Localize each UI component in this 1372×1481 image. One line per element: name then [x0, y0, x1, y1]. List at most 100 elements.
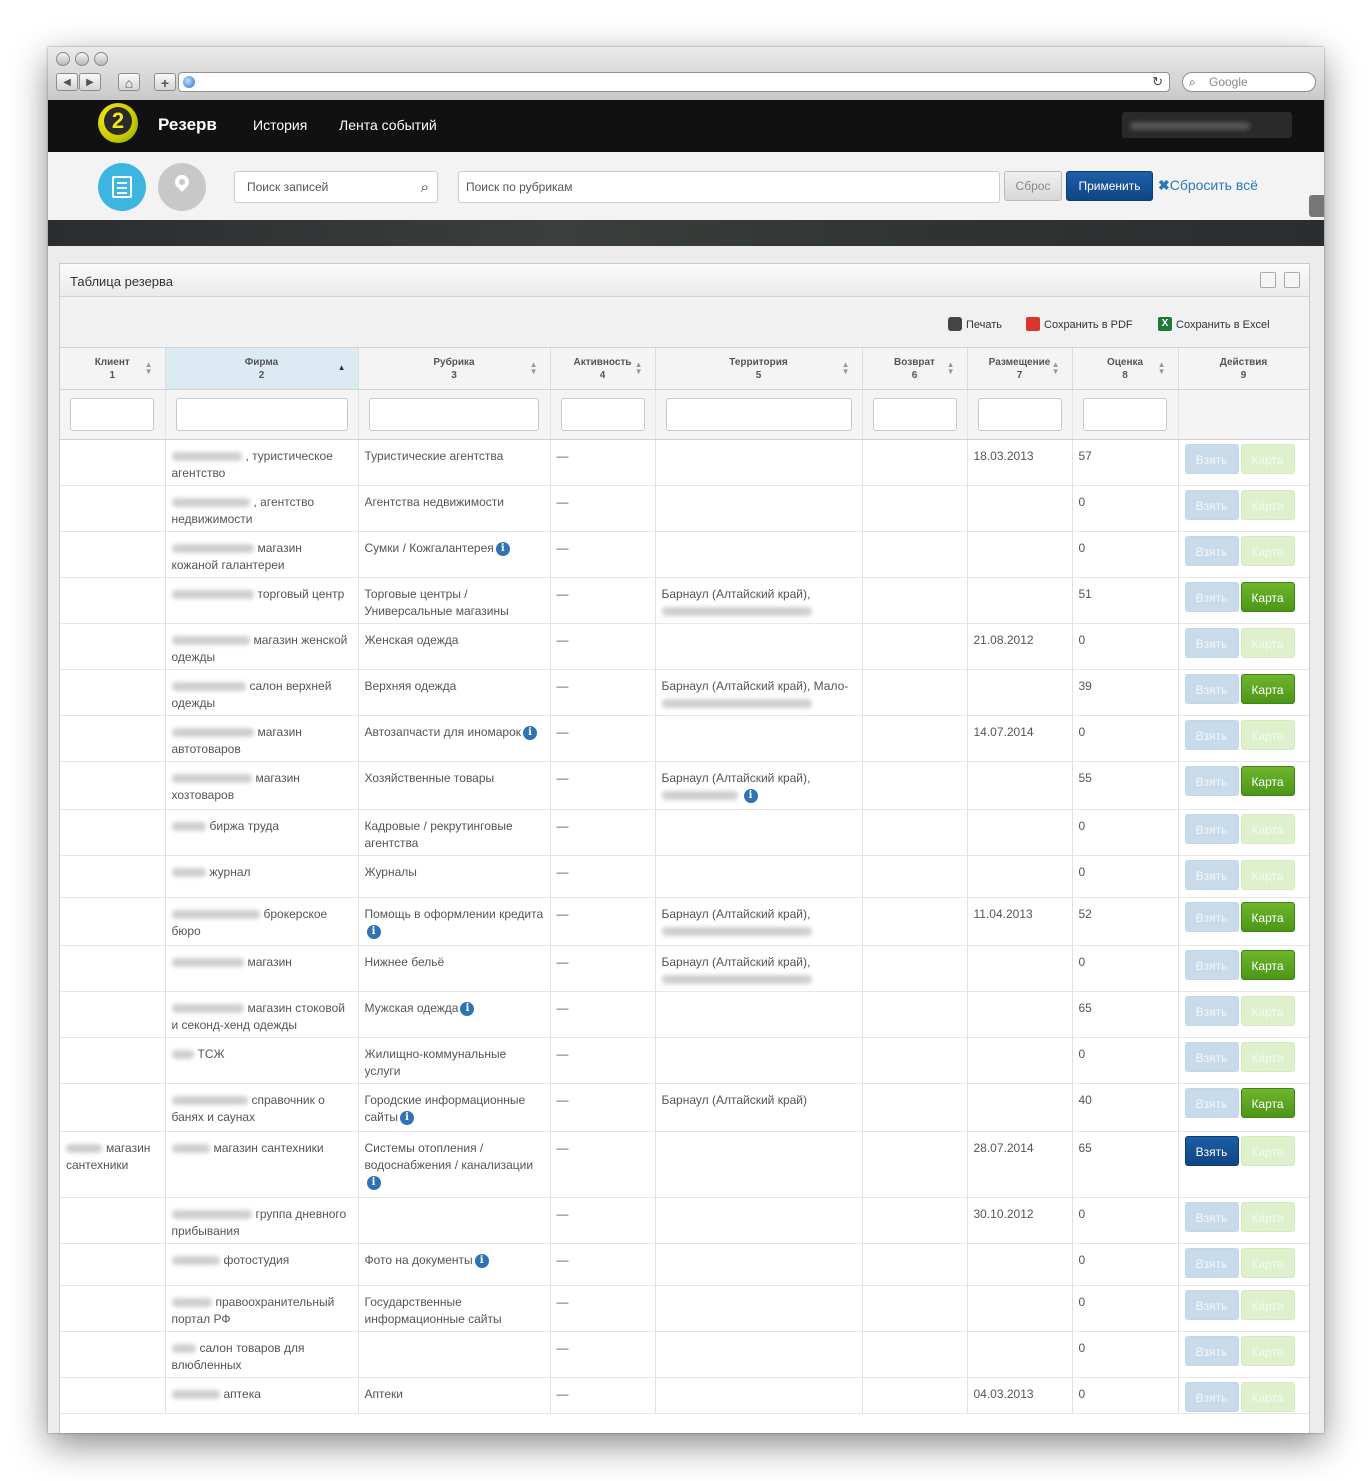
column-header-activity[interactable]: Активность 4 ▲ ▼ — [550, 348, 656, 390]
map-button[interactable]: Карта — [1240, 1088, 1295, 1118]
search-icon[interactable]: ⌕ — [421, 173, 429, 203]
table-row[interactable]: салон верхней одежды Верхняя одежда — Барна… — [60, 669, 1309, 716]
table-row[interactable]: , агентство недвижимости Агентства недвиж… — [60, 485, 1309, 532]
nav-history[interactable]: История — [253, 117, 307, 133]
map-button[interactable]: Карта — [1240, 1042, 1295, 1072]
table-row[interactable]: группа дневного прибывания — 30.10.2012 0 Вз… — [60, 1197, 1309, 1244]
column-header-client[interactable]: Клиент 1 ▲ ▼ — [60, 348, 166, 390]
new-tab-icon[interactable]: + — [154, 73, 176, 91]
save-excel-button[interactable]: X Сохранить в Excel — [1158, 317, 1270, 332]
take-button[interactable]: Взять — [1184, 950, 1239, 980]
map-button[interactable]: Карта — [1240, 950, 1295, 980]
take-button[interactable]: Взять — [1184, 582, 1239, 612]
table-row[interactable]: фотостудия Фото на документы i — 0 Взять Карта — [60, 1243, 1309, 1286]
map-button[interactable]: Карта — [1240, 1202, 1295, 1232]
reset-button[interactable]: Сброс — [1004, 171, 1062, 201]
home-icon[interactable]: ⌂ — [118, 73, 140, 91]
filter-input-firm[interactable] — [175, 398, 348, 431]
filter-input-territory[interactable] — [665, 398, 852, 431]
sort-icon[interactable]: ▲ ▼ — [842, 361, 850, 376]
map-view-button[interactable] — [158, 163, 206, 211]
forward-icon[interactable]: ▶ — [79, 73, 101, 91]
brand-link[interactable]: Резерв — [158, 115, 217, 135]
take-button[interactable]: Взять — [1184, 902, 1239, 932]
reload-icon[interactable]: ↻ — [1152, 74, 1163, 90]
take-button[interactable]: Взять — [1184, 536, 1239, 566]
table-row[interactable]: магазин сантехники магазин сантехники Сист… — [60, 1131, 1309, 1198]
info-icon[interactable]: i — [743, 788, 758, 803]
reset-all-link[interactable]: ✖Сбросить всё — [1158, 177, 1258, 194]
side-panel-toggle[interactable] — [1309, 195, 1324, 217]
take-button[interactable]: Взять — [1184, 1382, 1239, 1412]
map-button[interactable]: Карта — [1240, 628, 1295, 658]
table-row[interactable]: магазин стоковой и секонд-хенд одежды Муж… — [60, 991, 1309, 1038]
map-button[interactable]: Карта — [1240, 1382, 1295, 1412]
take-button[interactable]: Взять — [1184, 1042, 1239, 1072]
map-button[interactable]: Карта — [1240, 1336, 1295, 1366]
table-row[interactable]: справочник о банях и саунах Городские инф… — [60, 1083, 1309, 1132]
save-pdf-button[interactable]: Сохранить в PDF — [1026, 317, 1133, 332]
take-button[interactable]: Взять — [1184, 1290, 1239, 1320]
zoom-window-button[interactable] — [94, 52, 108, 66]
table-row[interactable]: ТСЖ Жилищно-коммунальные услуги — 0 Взять Кар… — [60, 1037, 1309, 1084]
map-button[interactable]: Карта — [1240, 490, 1295, 520]
take-button[interactable]: Взять — [1184, 1336, 1239, 1366]
logo[interactable]: 2 — [98, 103, 138, 143]
take-button[interactable]: Взять — [1184, 490, 1239, 520]
info-icon[interactable]: i — [460, 1001, 475, 1016]
take-button[interactable]: Взять — [1184, 996, 1239, 1026]
table-row[interactable]: правоохранительный портал РФ Государствен… — [60, 1285, 1309, 1332]
back-icon[interactable]: ◀ — [56, 73, 78, 91]
map-button[interactable]: Карта — [1240, 860, 1295, 890]
take-button[interactable]: Взять — [1184, 1248, 1239, 1278]
sort-icon[interactable]: ▲ ▼ — [1158, 361, 1166, 376]
info-icon[interactable]: i — [366, 1175, 381, 1190]
filter-input-return[interactable] — [872, 398, 957, 431]
take-button[interactable]: Взять — [1184, 444, 1239, 474]
table-row[interactable]: магазин хозтоваров Хозяйственные товары — Б… — [60, 761, 1309, 810]
sort-icon[interactable]: ▲ ▼ — [947, 361, 955, 376]
sort-icon[interactable]: ▲ — [338, 364, 346, 372]
table-row[interactable]: магазин женской одежды Женская одежда — 21.… — [60, 623, 1309, 670]
apply-button[interactable]: Применить — [1066, 171, 1153, 201]
close-window-button[interactable] — [56, 52, 70, 66]
sort-icon[interactable]: ▲ ▼ — [1052, 361, 1060, 376]
table-row[interactable]: , туристическое агентство Туристические а… — [60, 439, 1309, 486]
column-header-actions[interactable]: Действия 9 — [1178, 348, 1309, 390]
expand-icon[interactable] — [1284, 272, 1300, 288]
column-header-return[interactable]: Возврат 6 ▲ ▼ — [862, 348, 968, 390]
nav-event-feed[interactable]: Лента событий — [339, 117, 437, 133]
sort-icon[interactable]: ▲ ▼ — [530, 361, 538, 376]
take-button[interactable]: Взять — [1184, 720, 1239, 750]
filter-input-rubric[interactable] — [369, 398, 539, 431]
column-header-territory[interactable]: Территория 5 ▲ ▼ — [655, 348, 863, 390]
column-header-firm[interactable]: Фирма 2 ▲ — [165, 348, 359, 390]
browser-search-field[interactable]: ⌕ Google — [1182, 72, 1316, 92]
list-view-button[interactable] — [98, 163, 146, 211]
map-button[interactable]: Карта — [1240, 996, 1295, 1026]
print-button[interactable]: Печать — [948, 317, 1002, 332]
sort-icon[interactable]: ▲ ▼ — [635, 361, 643, 376]
table-row[interactable]: магазин Нижнее бельё — Барнаул (Алтайский к… — [60, 945, 1309, 992]
table-row[interactable]: биржа труда Кадровые / рекрутинговые аген… — [60, 809, 1309, 856]
map-button[interactable]: Карта — [1240, 582, 1295, 612]
map-button[interactable]: Карта — [1240, 766, 1295, 796]
map-button[interactable]: Карта — [1240, 536, 1295, 566]
info-icon[interactable]: i — [366, 924, 381, 939]
table-row[interactable]: магазин автотоваров Автозапчасти для ином… — [60, 715, 1309, 762]
take-button[interactable]: Взять — [1184, 1202, 1239, 1232]
minimize-window-button[interactable] — [75, 52, 89, 66]
map-button[interactable]: Карта — [1240, 444, 1295, 474]
map-button[interactable]: Карта — [1240, 1248, 1295, 1278]
info-icon[interactable]: i — [495, 541, 510, 556]
table-row[interactable]: брокерское бюро Помощь в оформлении креди… — [60, 897, 1309, 946]
take-button[interactable]: Взять — [1184, 1088, 1239, 1118]
sort-icon[interactable]: ▲ ▼ — [145, 361, 153, 376]
rubric-search-input[interactable]: Поиск по рубрикам — [458, 171, 1000, 203]
map-button[interactable]: Карта — [1240, 814, 1295, 844]
map-button[interactable]: Карта — [1240, 1136, 1295, 1166]
info-icon[interactable]: i — [400, 1110, 414, 1125]
map-button[interactable]: Карта — [1240, 1290, 1295, 1320]
info-icon[interactable]: i — [474, 1253, 489, 1268]
table-row[interactable]: аптека Аптеки — 04.03.2013 0 Взять Карта — [60, 1377, 1309, 1414]
